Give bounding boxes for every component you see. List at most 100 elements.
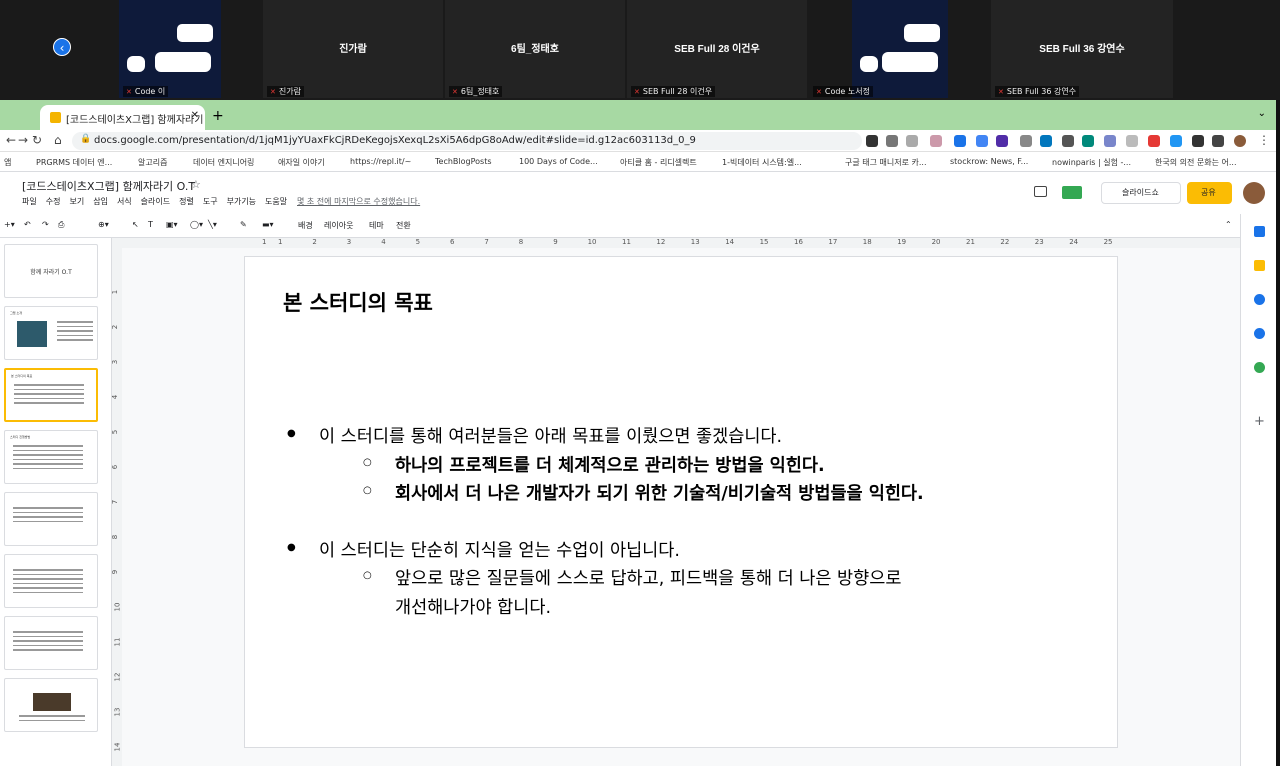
- textbox-icon[interactable]: T: [148, 220, 153, 229]
- sub-bullet-text[interactable]: 회사에서 더 나은 개발자가 되기 위한 기술적/비기술적 방법들을 익힌다.: [363, 480, 924, 505]
- bookmark-item[interactable]: 데이터 엔지니어링: [193, 157, 254, 168]
- slide-thumbnail[interactable]: 스터디 진행방법: [4, 430, 98, 484]
- keep-icon[interactable]: [1254, 260, 1265, 271]
- slide-thumbnail[interactable]: [4, 492, 98, 546]
- slide-thumbnail[interactable]: [4, 554, 98, 608]
- chevron-up-icon[interactable]: ⌃: [1225, 220, 1232, 229]
- browser-tab[interactable]: [코드스테이츠X그랩] 함께자라기 O. ✕: [40, 105, 205, 130]
- bookmark-item[interactable]: 100 Days of Code...: [519, 157, 598, 166]
- bullet-text[interactable]: 이 스터디는 단순히 지식을 얻는 수업이 아닙니다.: [287, 537, 680, 562]
- calendar-icon[interactable]: [1254, 226, 1265, 237]
- slide-thumbnail[interactable]: 그랩 소개: [4, 306, 98, 360]
- extension-icon[interactable]: [1082, 135, 1094, 147]
- avatar[interactable]: [1243, 182, 1265, 204]
- saved-status[interactable]: 몇 초 전에 마지막으로 수정했습니다.: [297, 196, 420, 207]
- profile-icon[interactable]: [1234, 135, 1246, 147]
- participant-tile[interactable]: Code 이: [119, 0, 221, 98]
- tab-search-icon[interactable]: ⌄: [1258, 108, 1266, 119]
- comment-icon[interactable]: [1034, 186, 1047, 197]
- kebab-icon[interactable]: ⋮: [1258, 133, 1270, 147]
- bookmark-item[interactable]: nowinparis | 실험 -...: [1052, 157, 1131, 168]
- background-button[interactable]: 배경: [298, 220, 313, 231]
- extension-icon[interactable]: [866, 135, 878, 147]
- back-icon[interactable]: ←: [6, 133, 16, 147]
- menu-arrange[interactable]: 정렬: [179, 197, 194, 206]
- print-icon[interactable]: ⎙: [58, 220, 64, 230]
- sub-bullet-text[interactable]: 하나의 프로젝트를 더 체계적으로 관리하는 방법을 익힌다.: [363, 452, 825, 477]
- slide-title[interactable]: 본 스터디의 목표: [283, 287, 433, 317]
- maps-icon[interactable]: [1254, 362, 1265, 373]
- bookmark-item[interactable]: PRGRMS 데이터 엔...: [36, 157, 112, 168]
- new-tab-icon[interactable]: +: [212, 108, 224, 124]
- sub-bullet-text[interactable]: 앞으로 많은 질문들에 스스로 답하고, 피드백을 통해 더 나은 방향으로: [363, 565, 901, 590]
- cursor-icon[interactable]: ↖: [132, 220, 139, 229]
- add-icon[interactable]: +▾: [4, 220, 15, 229]
- extension-icon[interactable]: [1062, 135, 1074, 147]
- bookmark-item[interactable]: 애자일 이야기: [278, 157, 325, 168]
- bookmark-item[interactable]: https://repl.it/~: [350, 157, 411, 166]
- extension-icon[interactable]: [1170, 135, 1182, 147]
- extension-icon[interactable]: [1104, 135, 1116, 147]
- reload-icon[interactable]: ↻: [32, 133, 42, 147]
- slide-thumbnail[interactable]: [4, 678, 98, 732]
- bookmark-item[interactable]: TechBlogPosts: [435, 157, 492, 166]
- menu-view[interactable]: 보기: [69, 197, 84, 206]
- bookmark-item[interactable]: 구글 태그 매니저로 카...: [845, 157, 927, 168]
- layout-button[interactable]: 레이아웃: [324, 220, 353, 231]
- slideshow-button[interactable]: 슬라이드쇼: [1101, 182, 1181, 204]
- participant-tile[interactable]: Code 노서정: [809, 0, 989, 98]
- bookmark-item[interactable]: 1-빅데이터 시스템:엘...: [722, 157, 802, 168]
- slide-thumbnail[interactable]: [4, 616, 98, 670]
- chevron-left-icon[interactable]: ‹: [53, 38, 71, 56]
- extension-icon[interactable]: [906, 135, 918, 147]
- share-button[interactable]: 공유: [1187, 182, 1232, 204]
- add-icon[interactable]: +: [1254, 415, 1265, 428]
- menu-edit[interactable]: 수정: [46, 197, 61, 206]
- url-input[interactable]: 🔒 docs.google.com/presentation/d/1jqM1jyY…: [72, 132, 862, 150]
- sidebar-icon[interactable]: [1212, 135, 1224, 147]
- close-icon[interactable]: ✕: [191, 110, 199, 121]
- slide[interactable]: 본 스터디의 목표 이 스터디를 통해 여러분들은 아래 목표를 이뤘으면 좋겠…: [244, 256, 1118, 748]
- home-icon[interactable]: ⌂: [54, 133, 62, 147]
- fill-icon[interactable]: ▬▾: [262, 220, 274, 229]
- slide-thumbnail[interactable]: 함께 자라기 O.T: [4, 244, 98, 298]
- doc-title[interactable]: [코드스테이츠X그랩] 함께자라기 O.T: [22, 178, 195, 194]
- bookmark-item[interactable]: 한국의 의전 문화는 어...: [1155, 157, 1237, 168]
- menu-insert[interactable]: 삽입: [93, 197, 108, 206]
- bookmark-item[interactable]: 아티클 홈 - 리디셀렉트: [620, 157, 697, 168]
- scrollbar[interactable]: [1276, 100, 1280, 766]
- line-icon[interactable]: ╲▾: [208, 220, 217, 229]
- extension-icon[interactable]: [1126, 135, 1138, 147]
- transition-button[interactable]: 전환: [396, 220, 411, 231]
- theme-button[interactable]: 테마: [369, 220, 384, 231]
- bullet-text[interactable]: 이 스터디를 통해 여러분들은 아래 목표를 이뤘으면 좋겠습니다.: [287, 423, 782, 448]
- sub-bullet-text[interactable]: 개선해나가야 합니다.: [395, 594, 551, 619]
- tasks-icon[interactable]: [1254, 294, 1265, 305]
- redo-icon[interactable]: ↷: [42, 220, 49, 229]
- star-icon[interactable]: ☆: [191, 178, 201, 191]
- zoom-icon[interactable]: ⊕▾: [98, 220, 109, 229]
- meet-icon[interactable]: [1062, 186, 1082, 199]
- extension-icon[interactable]: [954, 135, 966, 147]
- image-icon[interactable]: ▣▾: [166, 220, 178, 229]
- bookmark-item[interactable]: 앱: [4, 157, 11, 168]
- extension-icon[interactable]: [1020, 135, 1032, 147]
- menu-tools[interactable]: 도구: [203, 197, 218, 206]
- participant-tile[interactable]: SEB Full 28 이건우 SEB Full 28 이건우: [627, 0, 807, 98]
- menu-addons[interactable]: 부가기능: [227, 197, 256, 206]
- extension-icon[interactable]: [1148, 135, 1160, 147]
- undo-icon[interactable]: ↶: [24, 220, 31, 229]
- slide-thumbnail[interactable]: 본 스터디의 목표: [4, 368, 98, 422]
- menu-help[interactable]: 도움말: [265, 197, 287, 206]
- participant-tile[interactable]: 진가람진가람: [263, 0, 443, 98]
- extension-icon[interactable]: [886, 135, 898, 147]
- forward-icon[interactable]: →: [18, 133, 28, 147]
- participant-tile[interactable]: 6팀_정태호 6팀_정태호: [445, 0, 625, 98]
- participant-tile[interactable]: SEB Full 36 강연수 SEB Full 36 강연수: [991, 0, 1173, 98]
- bookmark-item[interactable]: 알고리즘: [138, 157, 167, 168]
- shape-icon[interactable]: ◯▾: [190, 220, 203, 229]
- extension-icon[interactable]: [930, 135, 942, 147]
- extension-icon[interactable]: [996, 135, 1008, 147]
- menu-slide[interactable]: 슬라이드: [141, 197, 170, 206]
- extension-icon[interactable]: [1040, 135, 1052, 147]
